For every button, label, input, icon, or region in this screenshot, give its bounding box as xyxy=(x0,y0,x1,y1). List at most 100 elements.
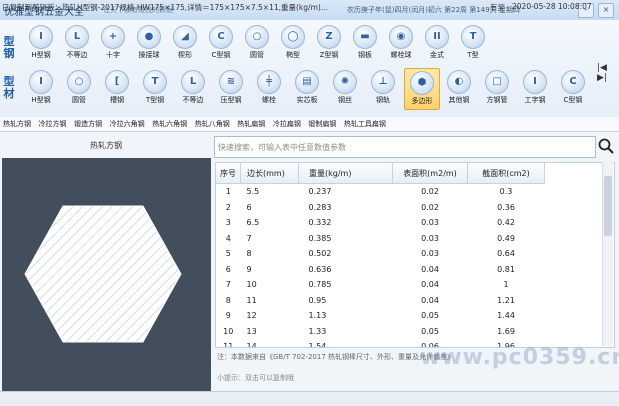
table-row[interactable]: 10 13 1.33 0.05 1.69 xyxy=(216,324,545,340)
table-scrollbar[interactable] xyxy=(602,162,613,346)
tool-round-tube[interactable]: ○ 圆管 xyxy=(240,23,274,63)
profile-title: 热轧方钢 xyxy=(90,141,122,150)
wire-icon: ✺ xyxy=(333,70,357,94)
tab-forged-flat[interactable]: 锻制扁钢 xyxy=(305,117,338,129)
tab-cold-drawn-square[interactable]: 冷拉方钢 xyxy=(36,117,69,129)
tool-ellipse[interactable]: ◯ 椭型 xyxy=(276,23,310,63)
tool-t-type[interactable]: T T型 xyxy=(456,23,490,63)
table-row[interactable]: 6 9 0.636 0.04 0.81 xyxy=(216,262,545,278)
tab-hot-rolled-flat[interactable]: 热轧扁钢 xyxy=(234,117,267,129)
h-beam-icon: I xyxy=(29,25,53,49)
t-section-icon: T xyxy=(461,25,485,49)
tool-steel-wire[interactable]: ✺ 钢丝 xyxy=(328,68,362,108)
round-tube-icon: ○ xyxy=(245,25,269,49)
search-button[interactable] xyxy=(597,137,615,155)
tool-i-beam[interactable]: I 工字钢 xyxy=(518,68,552,108)
search-icon xyxy=(598,138,614,154)
h-beam-icon: I xyxy=(29,70,53,94)
z-section-icon: Z xyxy=(317,25,341,49)
rail-icon: ⊥ xyxy=(371,70,395,94)
row1-label: 型钢 xyxy=(3,35,15,60)
toolbar-scroll-arrows[interactable]: |◀ ▶| xyxy=(597,63,619,83)
round-tube-icon: ○ xyxy=(67,70,91,94)
tab-cold-drawn-hex[interactable]: 冷拉六角钢 xyxy=(107,117,147,129)
table-row[interactable]: 4 7 0.385 0.03 0.49 xyxy=(216,231,545,247)
category-tabs: 热轧方钢 冷拉方钢 锻造方钢 冷拉六角钢 热轧六角钢 热轧八角钢 热轧扁钢 冷拉… xyxy=(0,117,619,132)
tab-hot-rolled-hex[interactable]: 热轧六角钢 xyxy=(149,117,189,129)
tool-c-steel-2[interactable]: C C型钢 xyxy=(556,68,590,108)
tool-t-steel[interactable]: T T型钢 xyxy=(138,68,172,108)
tool-pressed-steel[interactable]: ≋ 压型钢 xyxy=(214,68,248,108)
column-header[interactable]: 表面积(m2/m) xyxy=(392,163,468,184)
square-tube-icon: □ xyxy=(485,70,509,94)
cross-icon: + xyxy=(101,25,125,49)
other-steel-icon: ◐ xyxy=(447,70,471,94)
close-button[interactable]: × xyxy=(598,3,614,18)
hexagon-profile-icon xyxy=(24,205,182,343)
c-channel-icon: C xyxy=(209,25,233,49)
tool-solid-plate[interactable]: ▤ 实芯板 xyxy=(290,68,324,108)
table-row[interactable]: 3 6.5 0.332 0.03 0.42 xyxy=(216,215,545,231)
tool-ball-joint[interactable]: ● 操接球 xyxy=(132,23,166,63)
channel-icon: [ xyxy=(105,70,129,94)
plate-icon: ▬ xyxy=(353,25,377,49)
i-beam-icon: I xyxy=(523,70,547,94)
bolt-ball-icon: ◉ xyxy=(389,25,413,49)
column-header[interactable]: 边长(mm) xyxy=(240,163,299,184)
table-row[interactable]: 2 6 0.283 0.02 0.36 xyxy=(216,200,545,216)
table-row[interactable]: 9 12 1.13 0.05 1.44 xyxy=(216,308,545,324)
tool-h-steel-2[interactable]: I H型钢 xyxy=(24,68,58,108)
hexagon-icon: ⬢ xyxy=(410,71,434,95)
tool-unequal-angle[interactable]: L 不等边 xyxy=(60,23,94,63)
tool-wedge[interactable]: ◢ 楔形 xyxy=(168,23,202,63)
angle-icon: L xyxy=(181,70,205,94)
c-channel-icon: C xyxy=(561,70,585,94)
tool-cross[interactable]: + 十字 xyxy=(96,23,130,63)
tab-cold-drawn-flat[interactable]: 冷拉扁钢 xyxy=(270,117,303,129)
tool-z-steel[interactable]: Z Z型钢 xyxy=(312,23,346,63)
tool-steel-plate[interactable]: ▬ 钢板 xyxy=(348,23,382,63)
status-text: 已复制到剪辑版：热轧H型钢-2017规格 HW175×175,详情＝175×17… xyxy=(2,3,328,12)
status-badge[interactable]: 有奖 xyxy=(490,2,505,13)
bolt-icon: ╪ xyxy=(257,70,281,94)
wedge-icon: ◢ xyxy=(173,25,197,49)
tool-channel[interactable]: [槽钢 xyxy=(100,68,134,108)
t-section-icon: T xyxy=(143,70,167,94)
tool-bolt[interactable]: ╪ 螺栓 xyxy=(252,68,286,108)
tool-unequal-2[interactable]: L 不等边 xyxy=(176,68,210,108)
tool-gold-style[interactable]: II 金式 xyxy=(420,23,454,63)
source-note: 注：本数据来自《GB/T 702-2017 热轧钢棒尺寸、外形、重量及允许偏差》 xyxy=(217,353,455,361)
table-row[interactable]: 8 11 0.95 0.04 1.21 xyxy=(216,293,545,309)
tool-h-steel[interactable]: I H型钢 xyxy=(24,23,58,63)
corrugated-icon: ≋ xyxy=(219,70,243,94)
tool-bolt-ball[interactable]: ◉ 螺栓球 xyxy=(384,23,418,63)
tip-text: 小提示：双击可以复制哦 xyxy=(217,374,294,382)
tab-forged-square[interactable]: 锻造方钢 xyxy=(71,117,104,129)
tab-hot-rolled-tool-flat[interactable]: 热轧工具扁钢 xyxy=(341,117,388,129)
watermark: www.pc0359.cn xyxy=(420,345,619,370)
tab-hot-rolled-square[interactable]: 热轧方钢 xyxy=(0,117,33,129)
column-header[interactable]: 截面积(cm2) xyxy=(467,163,545,184)
tool-other-steel[interactable]: ◐ 其他钢 xyxy=(442,68,476,108)
tool-round-tube-2[interactable]: ○ 圆管 xyxy=(62,68,96,108)
solid-plate-icon: ▤ xyxy=(295,70,319,94)
tool-c-steel[interactable]: C C型钢 xyxy=(204,23,238,63)
table-row[interactable]: 1 5.5 0.237 0.02 0.3 xyxy=(216,184,545,200)
tab-hot-rolled-octagon[interactable]: 热轧八角钢 xyxy=(192,117,232,129)
scrollbar-thumb[interactable] xyxy=(604,176,612,236)
tool-polygon[interactable]: ⬢ 多边形 xyxy=(404,68,440,110)
status-bar xyxy=(0,391,619,406)
column-header[interactable]: 序号 xyxy=(216,163,241,184)
double-bar-icon: II xyxy=(425,25,449,49)
table-row[interactable]: 7 10 0.785 0.04 1 xyxy=(216,277,545,293)
profile-preview xyxy=(2,158,211,391)
table-header: 序号 边长(mm) 重量(kg/m) 表面积(m2/m) 截面积(cm2) xyxy=(216,163,545,184)
column-header[interactable]: 重量(kg/m) xyxy=(298,163,393,184)
tool-rail[interactable]: ⊥ 钢轨 xyxy=(366,68,400,108)
search-input[interactable] xyxy=(218,140,578,154)
table-row[interactable]: 5 8 0.502 0.03 0.64 xyxy=(216,246,545,262)
tool-square-tube[interactable]: □ 方钢管 xyxy=(480,68,514,108)
status-time: 2020-05-28 10:08:07 xyxy=(512,2,592,11)
ball-icon: ● xyxy=(137,25,161,49)
search-box xyxy=(214,136,596,158)
